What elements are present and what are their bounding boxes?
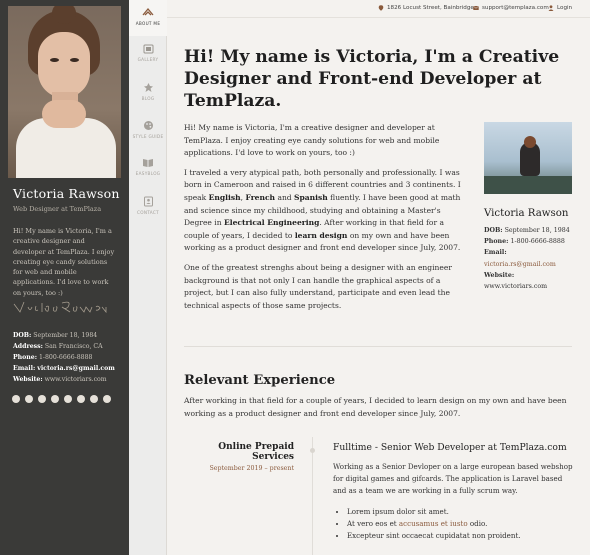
card-details: DOB: September 18, 1984 Phone: 1-800-666… bbox=[484, 227, 570, 291]
map-pin-icon bbox=[378, 5, 384, 11]
facebook-icon[interactable] bbox=[12, 395, 20, 403]
dribbble-icon[interactable] bbox=[77, 395, 85, 403]
instagram-icon[interactable] bbox=[38, 395, 46, 403]
envelope-icon bbox=[473, 5, 479, 10]
nav-about-me[interactable]: ABOUT ME bbox=[129, 0, 167, 36]
profile-role: Web Designer at TemPlaza bbox=[13, 205, 102, 213]
company-name: Online Prepaid Services bbox=[218, 442, 294, 462]
social-links bbox=[12, 395, 111, 403]
nav-contact[interactable]: CONTACT bbox=[129, 190, 167, 226]
about-icon bbox=[142, 7, 154, 16]
book-icon bbox=[143, 159, 153, 167]
login-link[interactable]: Login bbox=[548, 5, 572, 11]
vimeo-icon[interactable] bbox=[103, 395, 111, 403]
gallery-icon bbox=[143, 44, 153, 54]
timeline-line bbox=[312, 437, 313, 555]
list-item: Lorem ipsum dolor sit amet. bbox=[347, 506, 573, 518]
list-item: At vero eos et accusamus et iusto odio. bbox=[347, 518, 573, 530]
twitter-icon[interactable] bbox=[25, 395, 33, 403]
experience-intro: After working in that field for a couple… bbox=[184, 396, 567, 418]
section-divider bbox=[184, 346, 572, 347]
profile-photo bbox=[8, 6, 121, 178]
card-email-link[interactable]: victoria.rs@gmail.com bbox=[484, 261, 556, 268]
palette-icon bbox=[143, 121, 153, 130]
youtube-icon[interactable] bbox=[90, 395, 98, 403]
card-photo bbox=[484, 122, 572, 194]
nav-gallery[interactable]: GALLERY bbox=[129, 38, 167, 74]
about-paragraph-2: I traveled a very atypical path, both pe… bbox=[184, 167, 461, 253]
top-bar: 1826 Locust Street, Bainbridge support@t… bbox=[167, 0, 590, 18]
nav-style-guide[interactable]: STYLE GUIDE bbox=[129, 114, 167, 150]
inline-link[interactable]: accusamus et iusto bbox=[399, 519, 468, 528]
job-bullets: Lorem ipsum dolor sit amet. At vero eos … bbox=[333, 506, 573, 543]
topbar-address: 1826 Locust Street, Bainbridge bbox=[378, 5, 474, 11]
page-headline: Hi! My name is Victoria, I'm a Creative … bbox=[184, 47, 560, 111]
profile-email-link[interactable]: victoria.rs@gmail.com bbox=[37, 365, 115, 372]
nav-easyblog[interactable]: EASYBLOG bbox=[129, 152, 167, 188]
topbar-email[interactable]: support@templaza.com bbox=[473, 5, 549, 11]
experience-heading: Relevant Experience bbox=[184, 373, 336, 388]
job-title: Fulltime - Senior Web Developer at TemPl… bbox=[333, 442, 567, 453]
experience-details: Fulltime - Senior Web Developer at TemPl… bbox=[333, 442, 573, 543]
signature-image bbox=[12, 298, 112, 320]
profile-card: Victoria Rawson DOB: September 18, 1984 … bbox=[484, 122, 572, 292]
user-icon bbox=[548, 5, 554, 11]
tumblr-icon[interactable] bbox=[64, 395, 72, 403]
profile-bio: Hi! My name is Victoria, I'm a creative … bbox=[13, 227, 115, 297]
card-website-link[interactable]: www.victoriars.com bbox=[484, 283, 547, 290]
linkedin-icon[interactable] bbox=[51, 395, 59, 403]
main-nav: ABOUT ME GALLERY BLOG STYLE GUIDE EASYBL… bbox=[129, 0, 167, 555]
list-item: Excepteur sint occaecat cupidatat non pr… bbox=[347, 530, 573, 542]
main-content: Hi! My name is Victoria, I'm a Creative … bbox=[167, 18, 590, 555]
about-paragraph-1: Hi! My name is Victoria, I'm a creative … bbox=[184, 123, 440, 158]
profile-sidebar: Victoria Rawson Web Designer at TemPlaza… bbox=[0, 0, 129, 555]
about-text: Hi! My name is Victoria, I'm a creative … bbox=[184, 122, 466, 319]
timeline-dot bbox=[310, 448, 315, 453]
blog-icon bbox=[143, 83, 153, 92]
experience-dates: September 2019 – present bbox=[209, 465, 294, 472]
profile-name: Victoria Rawson bbox=[13, 186, 120, 201]
about-paragraph-3: One of the greatest strenghs about being… bbox=[184, 262, 452, 310]
contact-icon bbox=[143, 196, 153, 207]
profile-website-link[interactable]: www.victoriars.com bbox=[45, 376, 107, 383]
experience-company: Online Prepaid Services September 2019 –… bbox=[184, 442, 294, 472]
job-description: Working as a Senior Devloper on a large … bbox=[333, 462, 573, 496]
nav-blog[interactable]: BLOG bbox=[129, 76, 167, 112]
profile-details: DOB: September 18, 1984 Address: San Fra… bbox=[13, 332, 115, 383]
card-name: Victoria Rawson bbox=[484, 208, 569, 219]
